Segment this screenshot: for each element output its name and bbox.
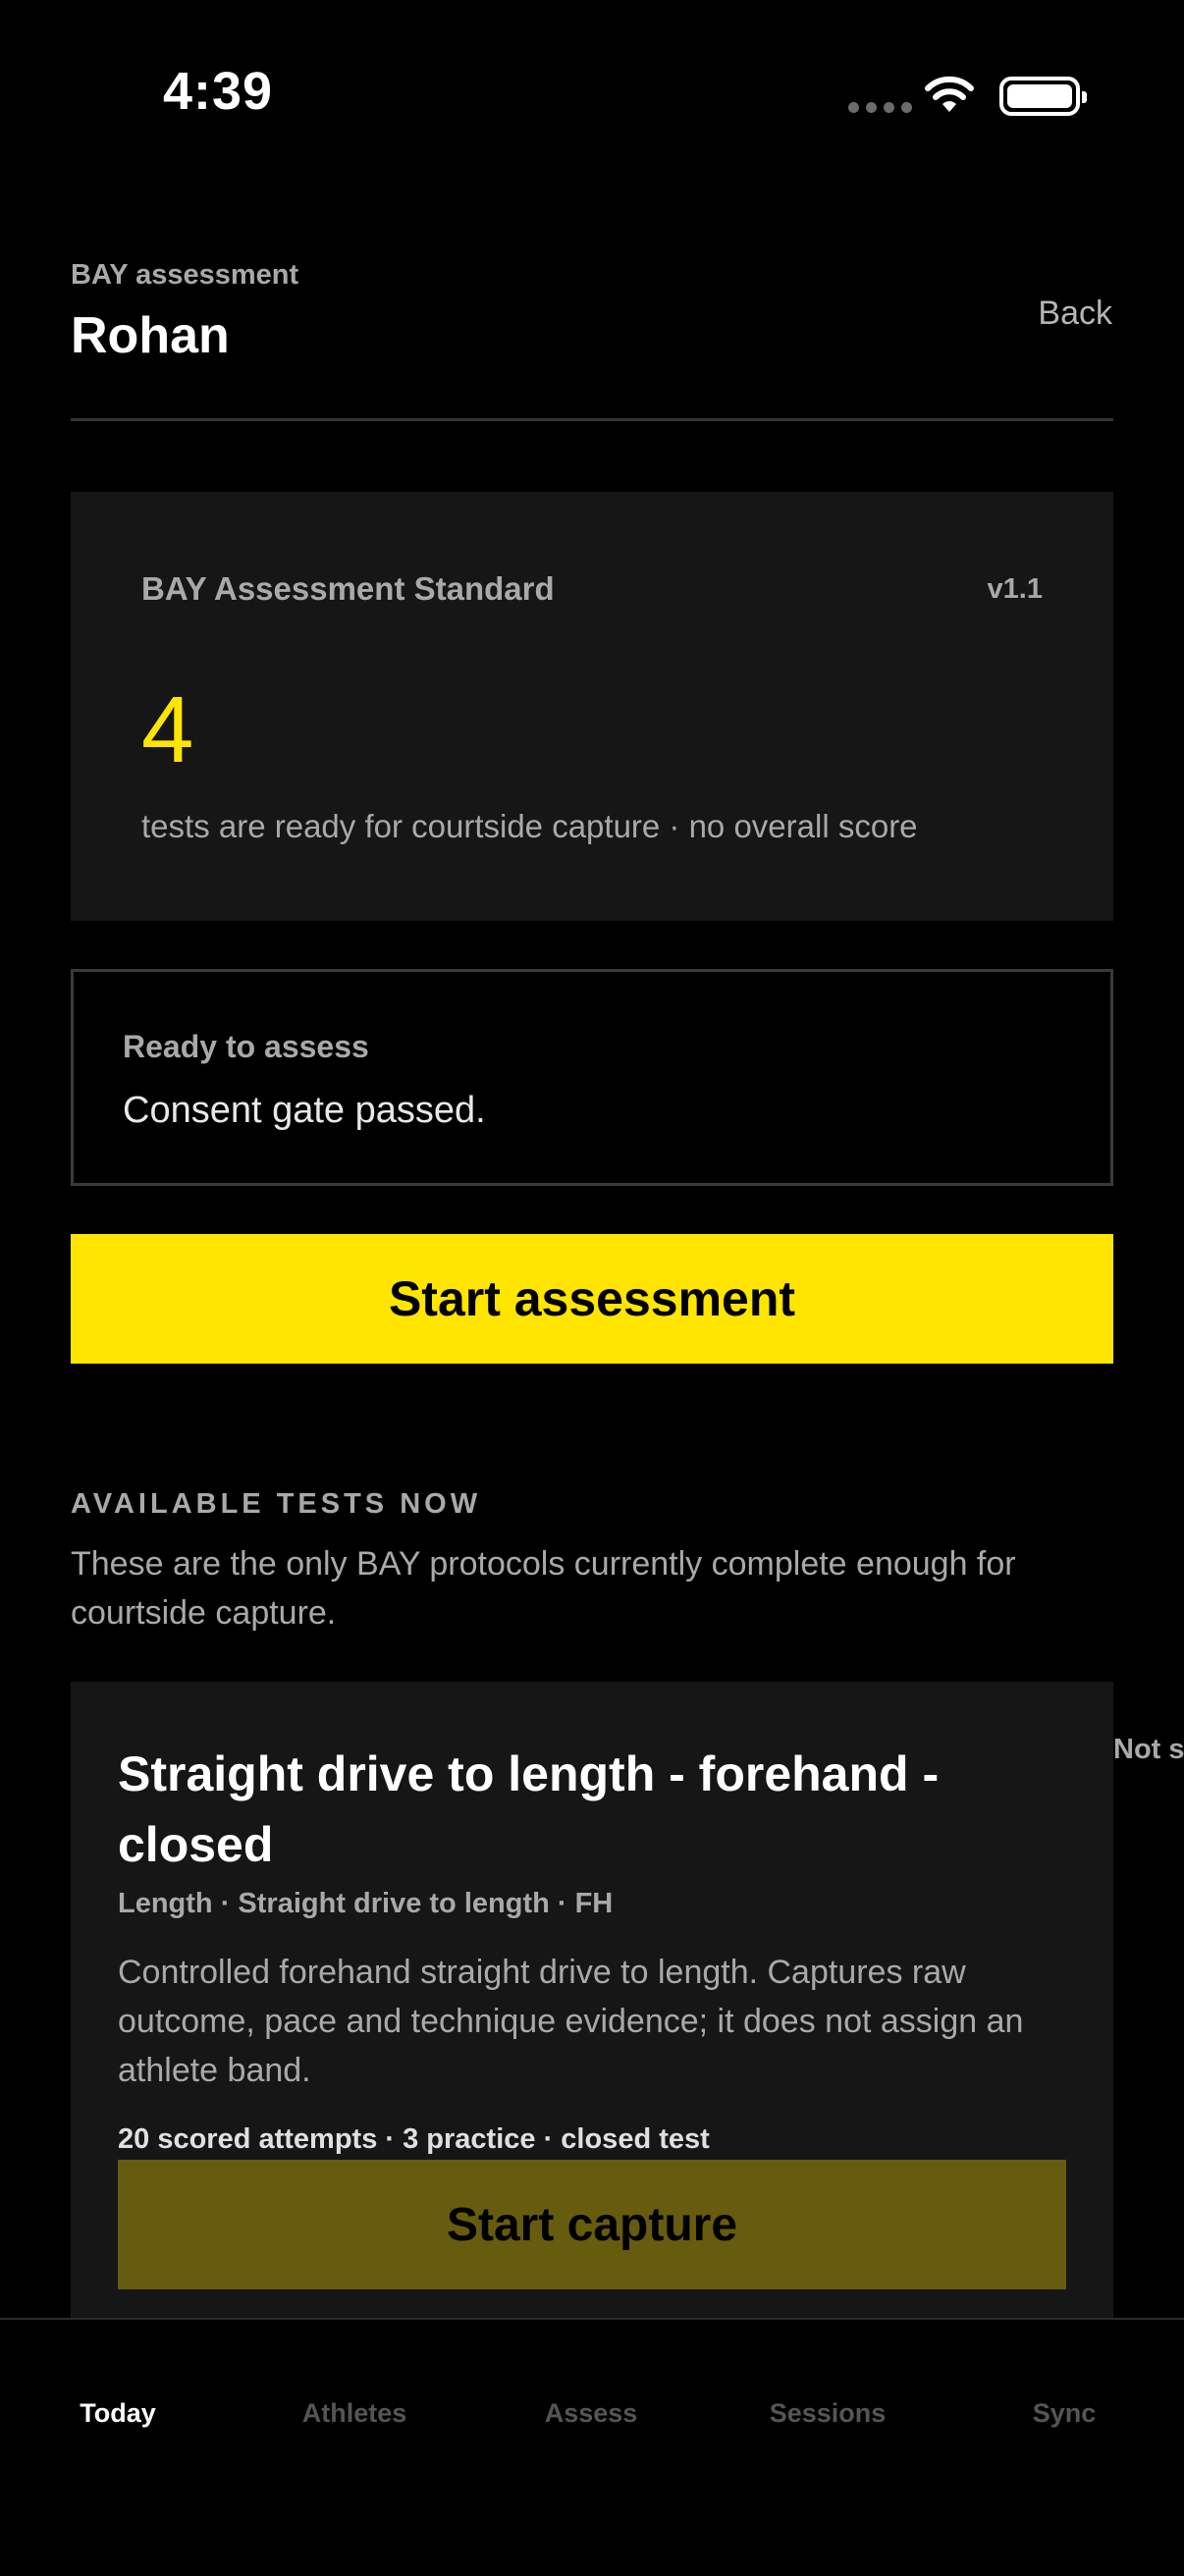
available-tests-description: These are the only BAY protocols current…: [71, 1545, 1016, 1632]
ready-test-count: 4: [141, 677, 194, 782]
back-button[interactable]: Back: [1038, 295, 1112, 333]
status-time: 4:39: [163, 62, 274, 121]
wifi-icon: [925, 76, 974, 112]
standard-version: v1.1: [987, 573, 1043, 605]
test-attempts: 20 scored attempts · 3 practice · closed…: [118, 2123, 710, 2155]
start-assessment-button[interactable]: Start assessment: [71, 1234, 1113, 1364]
tab-bar: Today Athletes Assess Sessions Sync: [0, 2318, 1184, 2576]
cellular-signal-icon: [848, 102, 912, 113]
header-eyebrow: BAY assessment: [71, 259, 299, 291]
test-title: Straight drive to length - forehand - cl…: [118, 1746, 940, 1872]
ready-title: Ready to assess: [123, 1029, 369, 1064]
ready-message: Consent gate passed.: [123, 1090, 486, 1131]
next-card-peek: Not s: [1113, 1734, 1184, 1765]
test-meta: Length · Straight drive to length · FH: [118, 1888, 614, 1919]
athlete-name: Rohan: [71, 307, 230, 364]
tab-athletes[interactable]: Athletes: [302, 2398, 407, 2429]
test-description: Controlled forehand straight drive to le…: [118, 1954, 1024, 2089]
available-tests-heading: AVAILABLE TESTS NOW: [71, 1488, 482, 1520]
standard-title: BAY Assessment Standard: [141, 570, 555, 607]
ready-card: Ready to assess Consent gate passed.: [71, 969, 1113, 1186]
standard-card: BAY Assessment Standard v1.1 4 tests are…: [71, 492, 1113, 921]
tab-sessions[interactable]: Sessions: [770, 2398, 887, 2429]
start-capture-button[interactable]: Start capture: [118, 2160, 1066, 2289]
test-card: Straight drive to length - forehand - cl…: [71, 1682, 1113, 2320]
tab-today[interactable]: Today: [80, 2398, 156, 2429]
tab-assess[interactable]: Assess: [545, 2398, 638, 2429]
tab-sync[interactable]: Sync: [1033, 2398, 1097, 2429]
standard-subtitle: tests are ready for courtside capture · …: [141, 808, 918, 844]
header-divider: [71, 418, 1113, 421]
battery-icon: [999, 77, 1087, 116]
